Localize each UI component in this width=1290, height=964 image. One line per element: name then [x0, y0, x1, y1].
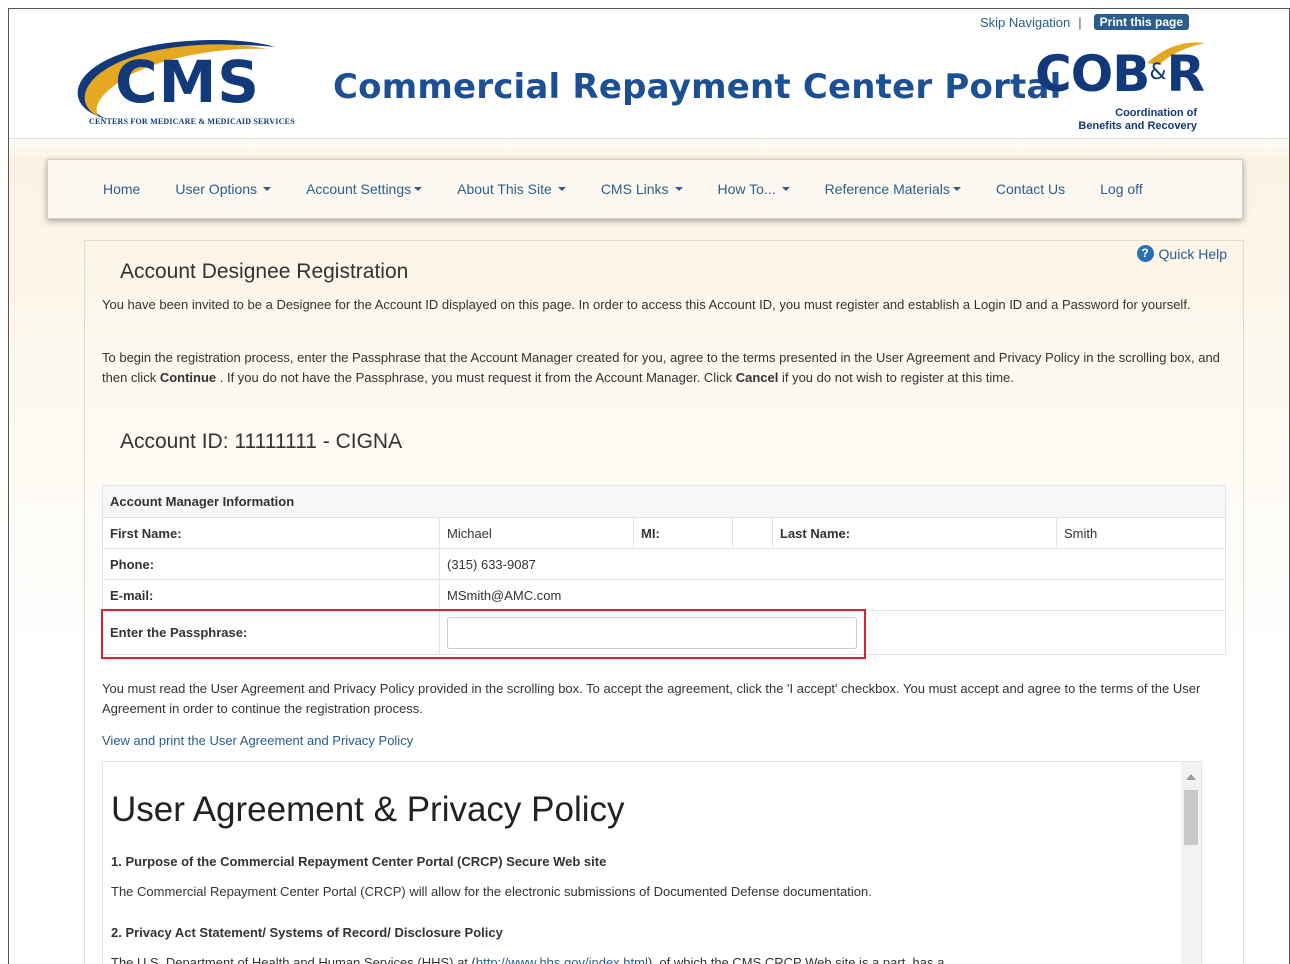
intro2-continue: Continue — [159, 370, 217, 385]
nav-item-user-options[interactable]: User Options — [175, 181, 272, 197]
quick-help-link[interactable]: ? Quick Help — [1136, 245, 1227, 262]
quick-help-label: Quick Help — [1158, 245, 1227, 262]
section-2-text: The U.S. Department of Health and Human … — [111, 955, 944, 964]
intro-paragraph-2: To begin the registration process, enter… — [102, 348, 1230, 388]
phone-label: Phone: — [102, 548, 440, 580]
intro-paragraph-1: You have been invited to be a Designee f… — [102, 297, 1191, 312]
caret-down-icon — [781, 187, 790, 191]
nav-item-label: How To... — [717, 181, 776, 197]
cobr-subtitle-line1: Coordination of — [1115, 107, 1197, 119]
account-id-heading: Account ID: 11111111 - CIGNA — [120, 430, 403, 453]
print-page-button[interactable]: Print this page — [1093, 14, 1189, 30]
passphrase-label: Enter the Passphrase: — [102, 610, 440, 655]
top-links-separator: | — [1078, 14, 1082, 30]
cobr-logo: COB&R Coordination of Benefits and Recov… — [1027, 37, 1207, 137]
passphrase-cell — [439, 610, 1226, 655]
table-row: Phone: (315) 633-9087 — [102, 548, 1226, 580]
cms-logo-text: CMS — [115, 48, 261, 116]
caret-down-icon — [952, 187, 961, 191]
main-nav: Home User Options Account Settings About… — [47, 159, 1243, 219]
content-panel: ? Quick Help Account Designee Registrati… — [84, 240, 1244, 964]
mi-label: MI: — [633, 517, 733, 549]
passphrase-input[interactable] — [447, 616, 857, 649]
first-name-label: First Name: — [102, 517, 440, 549]
caret-down-icon — [414, 187, 423, 191]
caret-down-icon — [263, 187, 272, 191]
nav-item-account-settings[interactable]: Account Settings — [306, 181, 423, 197]
nav-item-contact-us[interactable]: Contact Us — [996, 181, 1065, 197]
nav-item-about-this-site[interactable]: About This Site — [457, 181, 566, 197]
intro2-text-b: . If you do not have the Passphrase, you… — [216, 370, 736, 385]
cms-logo[interactable]: CMS CENTERS FOR MEDICARE & MEDICAID SERV… — [47, 37, 317, 133]
scrollbar-thumb[interactable] — [1184, 790, 1198, 845]
intro2-cancel: Cancel — [735, 370, 779, 385]
first-name-value: Michael — [439, 517, 634, 549]
nav-item-label: Contact Us — [995, 181, 1066, 197]
account-manager-table: Account Manager Information First Name: … — [102, 485, 1226, 655]
cobr-logo-text: COB&R — [1035, 49, 1205, 99]
scroll-up-arrow-icon[interactable] — [1186, 774, 1196, 780]
nav-item-cms-links[interactable]: CMS Links — [601, 181, 683, 197]
last-name-value: Smith — [1056, 517, 1226, 549]
header-divider — [9, 138, 1289, 139]
nav-item-label: CMS Links — [600, 181, 669, 197]
portal-title: Commercial Repayment Center Portal — [333, 67, 1062, 107]
cobr-logo-r: R — [1166, 45, 1205, 103]
nav-item-label: Log off — [1100, 181, 1143, 197]
page-title: Account Designee Registration — [120, 260, 409, 283]
cobr-logo-main: COB — [1035, 45, 1150, 103]
section-1-text: The Commercial Repayment Center Portal (… — [111, 884, 872, 899]
last-name-label: Last Name: — [772, 517, 1057, 549]
hhs-link[interactable]: http://www.hhs.gov/index.html — [476, 955, 648, 964]
cobr-logo-amp: & — [1149, 60, 1167, 85]
section-2-text-b: ), of which the CMS CRCP Web site is a p… — [647, 955, 945, 964]
nav-item-label: Reference Materials — [824, 181, 950, 197]
nav-item-label: Home — [103, 181, 141, 197]
section-2-heading: 2. Privacy Act Statement/ Systems of Rec… — [111, 925, 503, 940]
page-frame: Skip Navigation | Print this page CMS CE… — [8, 8, 1290, 964]
table-row: First Name: Michael MI: Last Name: Smith — [102, 517, 1226, 549]
email-label: E-mail: — [102, 579, 440, 611]
email-value: MSmith@AMC.com — [439, 579, 1226, 611]
nav-item-home[interactable]: Home — [103, 181, 140, 197]
skip-navigation-link[interactable]: Skip Navigation — [980, 15, 1070, 30]
table-row: E-mail: MSmith@AMC.com — [102, 579, 1226, 611]
top-links: Skip Navigation | Print this page — [980, 14, 1189, 30]
agreement-title: User Agreement & Privacy Policy — [111, 790, 625, 829]
nav-item-label: Account Settings — [306, 181, 412, 197]
help-icon: ? — [1136, 245, 1154, 262]
caret-down-icon — [674, 187, 683, 191]
agreement-scroll-box[interactable]: User Agreement & Privacy Policy 1. Purpo… — [102, 761, 1202, 964]
phone-value: (315) 633-9087 — [439, 548, 1226, 580]
nav-item-how-to[interactable]: How To... — [718, 181, 790, 197]
nav-item-label: About This Site — [457, 181, 552, 197]
table-row-passphrase: Enter the Passphrase: — [102, 610, 1226, 655]
section-1-heading: 1. Purpose of the Commercial Repayment C… — [111, 854, 607, 869]
cobr-subtitle-line2: Benefits and Recovery — [1078, 120, 1197, 132]
section-2-text-a: The U.S. Department of Health and Human … — [111, 955, 476, 964]
cms-logo-subtitle: CENTERS FOR MEDICARE & MEDICAID SERVICES — [89, 117, 295, 126]
nav-item-log-off[interactable]: Log off — [1100, 181, 1143, 197]
caret-down-icon — [557, 187, 566, 191]
view-print-agreement-link[interactable]: View and print the User Agreement and Pr… — [102, 731, 1230, 751]
mi-value — [732, 517, 773, 549]
agreement-instructions: You must read the User Agreement and Pri… — [102, 681, 1201, 716]
nav-item-reference-materials[interactable]: Reference Materials — [825, 181, 961, 197]
table-header: Account Manager Information — [102, 485, 1226, 518]
agreement-scrollbar[interactable] — [1181, 762, 1201, 964]
nav-item-label: User Options — [175, 181, 258, 197]
intro2-text-c: if you do not wish to register at this t… — [778, 370, 1014, 385]
table-header-row: Account Manager Information — [102, 485, 1226, 518]
cobr-logo-subtitle: Coordination of Benefits and Recovery — [1078, 107, 1197, 133]
